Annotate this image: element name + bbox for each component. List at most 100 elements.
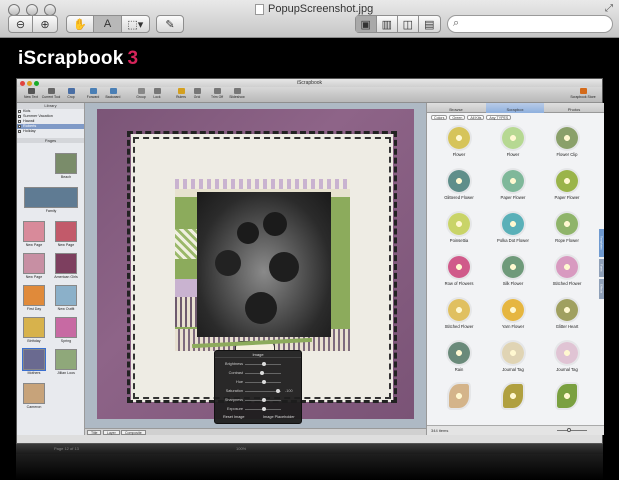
app-close-button[interactable]	[20, 81, 25, 86]
toolbar-button-forward[interactable]: Forward	[83, 88, 103, 99]
checkbox[interactable]	[18, 120, 21, 123]
scrapbox-item[interactable]: Silk Flower	[489, 254, 537, 286]
scrapbox-item[interactable]: Paper Flower	[543, 168, 591, 200]
list-view-icon[interactable]: ▤	[419, 16, 440, 32]
page-thumbnail[interactable]: New Outfit	[53, 285, 79, 311]
toolbar-icon	[67, 88, 75, 94]
checkbox[interactable]	[18, 125, 21, 128]
image-placeholder-button[interactable]: Image Placeholder	[257, 414, 295, 421]
app-zoom-button[interactable]	[34, 81, 39, 86]
checkbox[interactable]	[18, 110, 21, 113]
page-thumbnail[interactable]: Family	[21, 187, 81, 213]
panel-tab-photos[interactable]: Photos	[545, 103, 603, 113]
page-thumbnail[interactable]: Cameron	[21, 383, 47, 409]
toolbar-button-backward[interactable]: Backward	[103, 88, 123, 99]
canvas-tab-layer[interactable]: Layer	[103, 430, 120, 435]
scrapbox-item[interactable]: Paper Flower	[489, 168, 537, 200]
page-thumbnail[interactable]: New Page	[21, 253, 47, 279]
slider-knob[interactable]	[262, 362, 266, 366]
page-thumbnail[interactable]: First Day	[21, 285, 47, 311]
page-thumbnail-image	[22, 348, 46, 371]
embellishment-thumbnail	[554, 254, 580, 280]
split-view-icon[interactable]: ◫	[398, 16, 419, 32]
canvas-tab-title[interactable]: Title	[87, 430, 102, 435]
search-field[interactable]: ⌕	[447, 15, 613, 33]
checkbox[interactable]	[18, 130, 21, 133]
toolbar-button-lock[interactable]: Lock	[147, 88, 167, 99]
slider-sharpness[interactable]: Sharpness	[215, 396, 301, 404]
filter-chip[interactable]: All Kits	[467, 115, 485, 120]
slider-knob[interactable]	[262, 407, 266, 411]
page-thumbnail[interactable]: Jillian Loos	[53, 349, 79, 375]
side-tab-effects[interactable]: Effects	[599, 279, 604, 299]
slider-exposure[interactable]: Exposure	[215, 405, 301, 413]
page-thumbnail[interactable]: Mothers	[21, 348, 47, 375]
page-thumbnail-image	[55, 153, 77, 174]
single-view-icon[interactable]: ▣	[356, 16, 377, 32]
side-tab-fonts[interactable]: Fonts	[599, 259, 604, 277]
fullscreen-icon[interactable]: ⤢	[605, 3, 613, 14]
toolbar-button-trim-off[interactable]: Trim Off	[207, 88, 227, 99]
slider-saturation[interactable]: Saturation -100	[215, 387, 301, 395]
scrapbox-item[interactable]	[435, 383, 483, 410]
scrapbox-item[interactable]: Polka Dot Flower	[489, 211, 537, 243]
scrapbox-item[interactable]	[543, 383, 591, 410]
checkbox[interactable]	[18, 115, 21, 118]
slider-hue[interactable]: Hue	[215, 378, 301, 386]
canvas-tab-composite[interactable]: Composite	[121, 430, 146, 435]
scrapbox-item[interactable]	[489, 383, 537, 410]
zoom-in-icon[interactable]: ⊕	[33, 16, 57, 32]
slider-knob[interactable]	[260, 371, 265, 375]
slider-knob[interactable]	[275, 389, 280, 393]
slider-knob[interactable]	[262, 398, 266, 402]
toolbar-button-current-tool[interactable]: Current Tool	[41, 88, 61, 99]
zoom-out-icon[interactable]: ⊖	[9, 16, 34, 32]
app-minimize-button[interactable]	[27, 81, 32, 86]
toolbar-button-scrapbook-store[interactable]: Scrapbook Store	[570, 88, 596, 99]
toolbar-button-new-text[interactable]: New Text	[21, 88, 41, 99]
hand-tool-icon[interactable]: ✋	[67, 16, 95, 32]
filter-chip[interactable]: Colors	[431, 115, 448, 120]
scrapbox-item[interactable]: Journal Tag	[543, 340, 591, 372]
slider-knob[interactable]	[262, 380, 266, 384]
scrapbox-item[interactable]: Stitched Flower	[435, 297, 483, 329]
page-thumbnail[interactable]: Spring	[53, 317, 79, 343]
scrapbox-item[interactable]: Yarn Flower	[489, 297, 537, 329]
scrapbox-item[interactable]: Journal Tag	[489, 340, 537, 372]
page-thumbnail[interactable]: New Page	[21, 221, 47, 247]
scrapbox-item[interactable]: Row of Flowers	[435, 254, 483, 286]
library-item[interactable]: Holiday	[17, 129, 84, 134]
toolbar-button-grid[interactable]: Grid	[187, 88, 207, 99]
filter-chip[interactable]: Any TYPES	[486, 115, 512, 120]
panel-tab-browse[interactable]: Browse	[427, 103, 485, 113]
thumbnail-size-knob[interactable]	[567, 428, 571, 432]
page-thumbnail[interactable]: New Page	[53, 221, 79, 247]
select-tool-icon[interactable]: ⬚▾	[122, 16, 149, 32]
panel-tab-scrapbox[interactable]: Scrapbox	[486, 103, 544, 113]
scrapbox-item[interactable]: Flower	[435, 125, 483, 157]
family-photo[interactable]	[197, 192, 331, 337]
toolbar-icon	[27, 88, 35, 94]
side-tab-templates[interactable]: Templates	[599, 229, 604, 257]
scrapbox-item[interactable]: Glitter Heart	[543, 297, 591, 329]
reset-image-button[interactable]: Reset Image	[217, 414, 245, 421]
columns-view-icon[interactable]: ▥	[377, 16, 399, 32]
scrapbox-item[interactable]: Rain	[435, 340, 483, 372]
scrapbox-item[interactable]: Poinsettia	[435, 211, 483, 243]
scrapbox-item[interactable]: Glittered Flower	[435, 168, 483, 200]
page-thumbnail[interactable]: Beach	[53, 153, 79, 179]
annotate-button[interactable]: ✎	[156, 15, 184, 33]
scrapbox-item[interactable]: Stitched Flower	[543, 254, 591, 286]
text-tool-icon[interactable]: A	[94, 16, 122, 32]
scrapbox-item[interactable]: Rope Flower	[543, 211, 591, 243]
scrapbox-item[interactable]: Flower Clip	[543, 125, 591, 157]
toolbar-button-crop[interactable]: Crop	[61, 88, 81, 99]
page-thumbnail[interactable]: Birthday	[21, 317, 47, 343]
filter-chip[interactable]: Green	[449, 115, 466, 120]
slider-brightness[interactable]: Brightness	[215, 360, 301, 368]
page-thumbnail[interactable]: American Girls	[53, 253, 79, 279]
scrapbox-item[interactable]: Flower	[489, 125, 537, 157]
slider-contrast[interactable]: Contrast	[215, 369, 301, 377]
thumbnail-size-slider[interactable]	[557, 430, 587, 431]
toolbar-button-slideshow[interactable]: Slideshow	[227, 88, 247, 99]
